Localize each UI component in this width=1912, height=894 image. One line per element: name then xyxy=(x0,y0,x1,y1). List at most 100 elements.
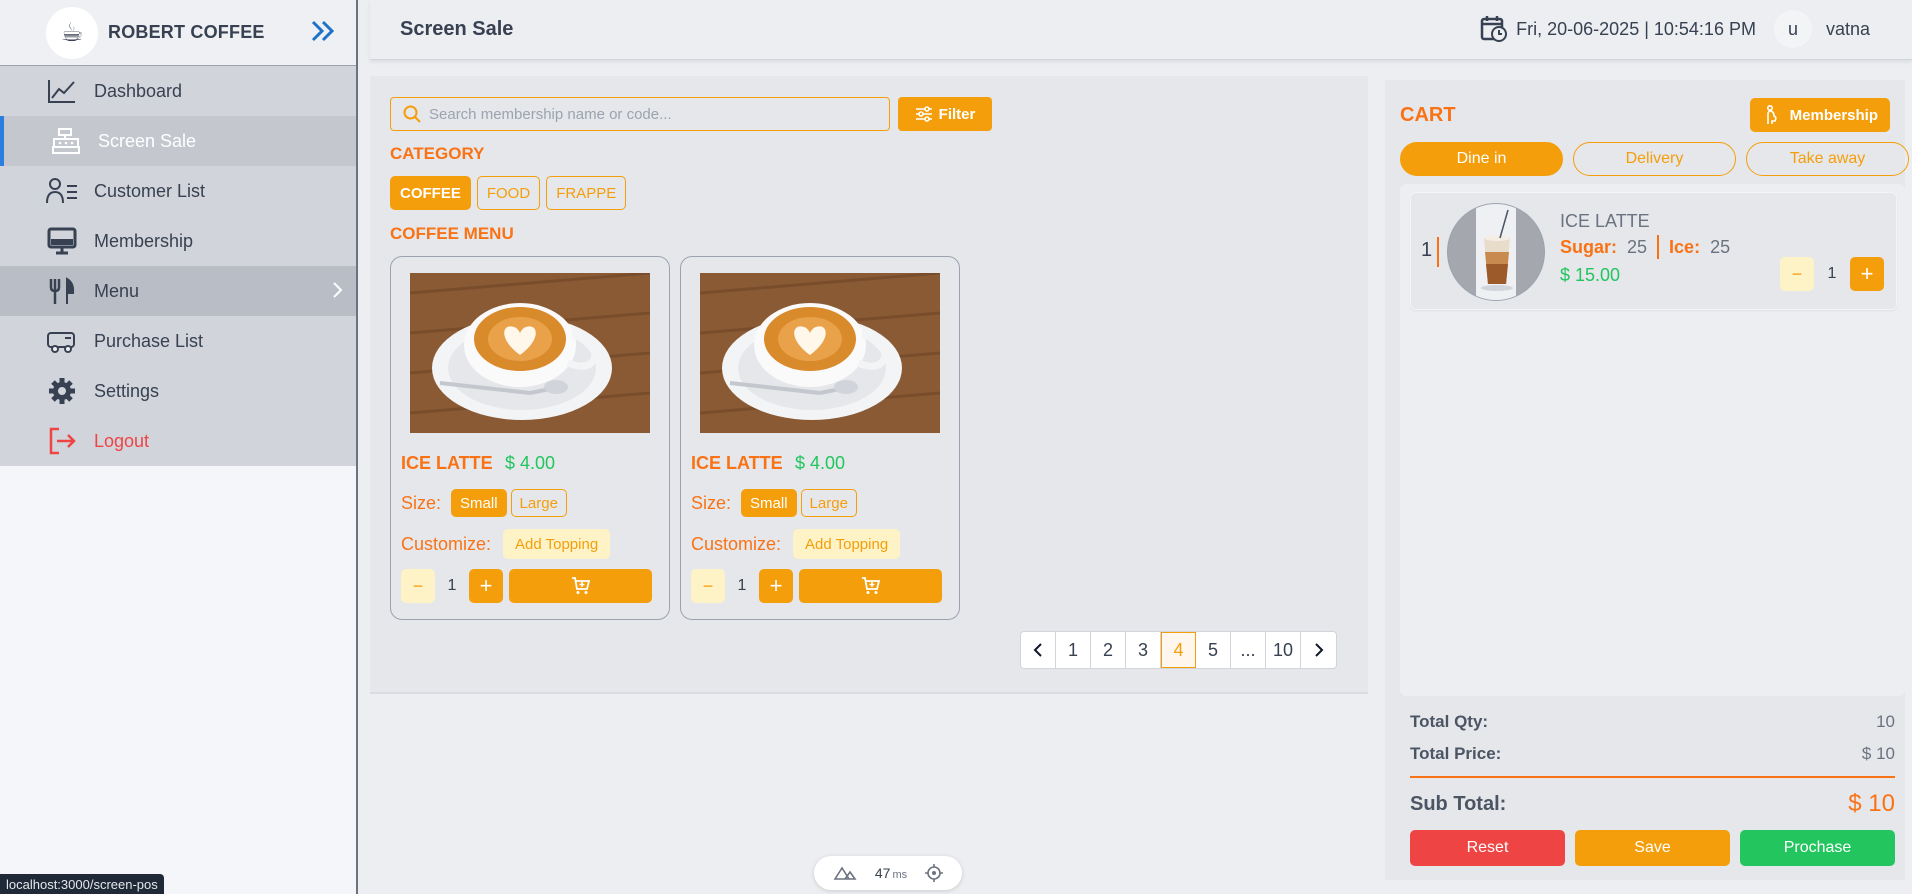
page-button[interactable]: 2 xyxy=(1091,632,1126,668)
qty-value: 1 xyxy=(1827,265,1837,282)
chevron-left-icon xyxy=(1033,643,1042,657)
pagination: 1 2 3 4 5 ... 10 xyxy=(1020,631,1337,669)
size-option-large[interactable]: Large xyxy=(800,489,857,517)
cart-actions: Reset Save Prochase xyxy=(1400,830,1905,866)
membership-label: Membership xyxy=(1789,106,1878,124)
crosshair-icon xyxy=(925,864,944,882)
double-chevron-right-icon xyxy=(311,20,335,42)
next-page-button[interactable] xyxy=(1301,632,1336,668)
subtotal-row: Sub Total: $ 10 xyxy=(1400,784,1905,824)
category-chip-coffee[interactable]: COFFEE xyxy=(390,176,471,210)
user-list-icon xyxy=(46,175,78,207)
purchase-button[interactable]: Prochase xyxy=(1740,830,1895,866)
cart-totals: Total Qty: 10 Total Price: $ 10 Sub Tota… xyxy=(1400,706,1905,866)
order-type-dine-in[interactable]: Dine in xyxy=(1400,142,1563,176)
person-pregnant-icon xyxy=(1766,105,1777,124)
cart-item-index: 1 xyxy=(1421,239,1433,261)
add-topping-button[interactable]: Add Topping xyxy=(793,529,901,559)
product-grid: ICE LATTE $ 4.00 Size: Small Large Custo… xyxy=(390,256,960,620)
add-to-cart-button[interactable] xyxy=(799,569,942,603)
monitor-icon xyxy=(46,225,78,257)
size-option-large[interactable]: Large xyxy=(510,489,567,517)
category-list: COFFEE FOOD FRAPPE xyxy=(390,176,627,210)
divider xyxy=(1657,235,1660,259)
sidebar-item-logout[interactable]: Logout xyxy=(0,416,356,466)
save-button[interactable]: Save xyxy=(1575,830,1730,866)
brand-name: ROBERT COFFEE xyxy=(108,22,265,42)
increase-qty-button[interactable]: + xyxy=(469,569,503,603)
top-header: Screen Sale Fri, 20-06-2025 | 10:54:16 P… xyxy=(370,0,1912,60)
size-option-small[interactable]: Small xyxy=(741,489,797,517)
prev-page-button[interactable] xyxy=(1021,632,1056,668)
total-price-value: $ 10 xyxy=(1861,744,1895,763)
cart-panel: CART Membership Dine in Delivery Take aw… xyxy=(1370,76,1910,894)
page-button[interactable]: 1 xyxy=(1056,632,1091,668)
sidebar-item-screen-sale[interactable]: Screen Sale xyxy=(0,116,356,166)
add-to-cart-button[interactable] xyxy=(509,569,652,603)
sidebar-item-purchase-list[interactable]: Purchase List xyxy=(0,316,356,366)
sidebar-item-customer-list[interactable]: Customer List xyxy=(0,166,356,216)
decrease-qty-button[interactable]: − xyxy=(1780,257,1814,291)
qty-value: 1 xyxy=(447,577,457,594)
membership-button[interactable]: Membership xyxy=(1749,98,1890,132)
cart-item-image xyxy=(1447,203,1545,301)
chart-line-icon xyxy=(46,75,78,107)
order-type-delivery[interactable]: Delivery xyxy=(1573,142,1736,176)
page-button[interactable]: 3 xyxy=(1126,632,1161,668)
sidebar-item-settings[interactable]: Settings xyxy=(0,366,356,416)
page-button[interactable]: 5 xyxy=(1196,632,1231,668)
category-chip-frappe[interactable]: FRAPPE xyxy=(546,176,627,210)
search-box[interactable] xyxy=(390,97,890,131)
category-chip-food[interactable]: FOOD xyxy=(476,176,541,210)
header-datetime: Fri, 20-06-2025 | 10:54:16 PM xyxy=(1516,18,1756,39)
username[interactable]: vatna xyxy=(1826,19,1870,40)
size-option-small[interactable]: Small xyxy=(451,489,507,517)
increase-qty-button[interactable]: + xyxy=(1850,257,1884,291)
decrease-qty-button[interactable]: − xyxy=(401,569,435,603)
collapse-sidebar-button[interactable] xyxy=(306,14,340,48)
quantity-stepper: − 1 + xyxy=(691,569,942,603)
filter-button[interactable]: Filter xyxy=(898,97,992,131)
page-button-current[interactable]: 4 xyxy=(1161,632,1196,668)
cart-item-price: $ 15.00 xyxy=(1560,265,1621,285)
chevron-right-icon xyxy=(332,281,344,304)
cart-title: CART xyxy=(1400,104,1456,126)
product-card[interactable]: ICE LATTE $ 4.00 Size: Small Large Custo… xyxy=(680,256,960,620)
qty-value: 1 xyxy=(737,577,747,594)
size-label: Size: xyxy=(401,492,442,513)
product-name: ICE LATTE xyxy=(691,453,783,473)
devtools-perf-badge[interactable]: 47 ms xyxy=(814,856,962,890)
customize-row: Customize: Add Topping xyxy=(691,529,901,559)
sugar-value: 25 xyxy=(1627,236,1648,257)
calendar-clock-icon xyxy=(1480,16,1508,42)
page-button[interactable]: 10 xyxy=(1266,632,1301,668)
size-selector: Size: Small Large xyxy=(691,489,857,517)
customize-label: Customize: xyxy=(401,533,492,554)
menu-title: COFFEE MENU xyxy=(390,224,514,243)
product-card[interactable]: ICE LATTE $ 4.00 Size: Small Large Custo… xyxy=(390,256,670,620)
sidebar-nav: Dashboard Screen Sale Customer List Memb… xyxy=(0,66,356,466)
order-type-take-away[interactable]: Take away xyxy=(1746,142,1909,176)
subtotal-value: $ 10 xyxy=(1848,790,1895,817)
sidebar-item-label: Dashboard xyxy=(94,80,183,101)
avatar[interactable]: u xyxy=(1773,10,1812,48)
product-image xyxy=(700,273,940,433)
increase-qty-button[interactable]: + xyxy=(759,569,793,603)
add-topping-button[interactable]: Add Topping xyxy=(503,529,611,559)
sliders-icon xyxy=(915,106,932,122)
ice-value: 25 xyxy=(1710,236,1731,257)
nuxt-logo-icon xyxy=(833,866,857,880)
brand: ☕ ROBERT COFFEE xyxy=(0,0,356,66)
header-right: Fri, 20-06-2025 | 10:54:16 PM u vatna xyxy=(1480,10,1870,48)
search-input[interactable] xyxy=(429,105,869,123)
sidebar-item-label: Menu xyxy=(94,280,140,301)
cash-register-icon xyxy=(50,125,82,157)
sidebar-item-membership[interactable]: Membership xyxy=(0,216,356,266)
cart-item[interactable]: 1 ICE LATTE Sugar: 25 Ice: 25 $ 15.00 − … xyxy=(1410,192,1897,310)
sidebar-item-dashboard[interactable]: Dashboard xyxy=(0,66,356,116)
reset-button[interactable]: Reset xyxy=(1410,830,1565,866)
subtotal-label: Sub Total: xyxy=(1410,792,1507,815)
decrease-qty-button[interactable]: − xyxy=(691,569,725,603)
coffee-cup-logo-icon: ☕ xyxy=(46,6,98,59)
sidebar-item-menu[interactable]: Menu xyxy=(0,266,356,316)
